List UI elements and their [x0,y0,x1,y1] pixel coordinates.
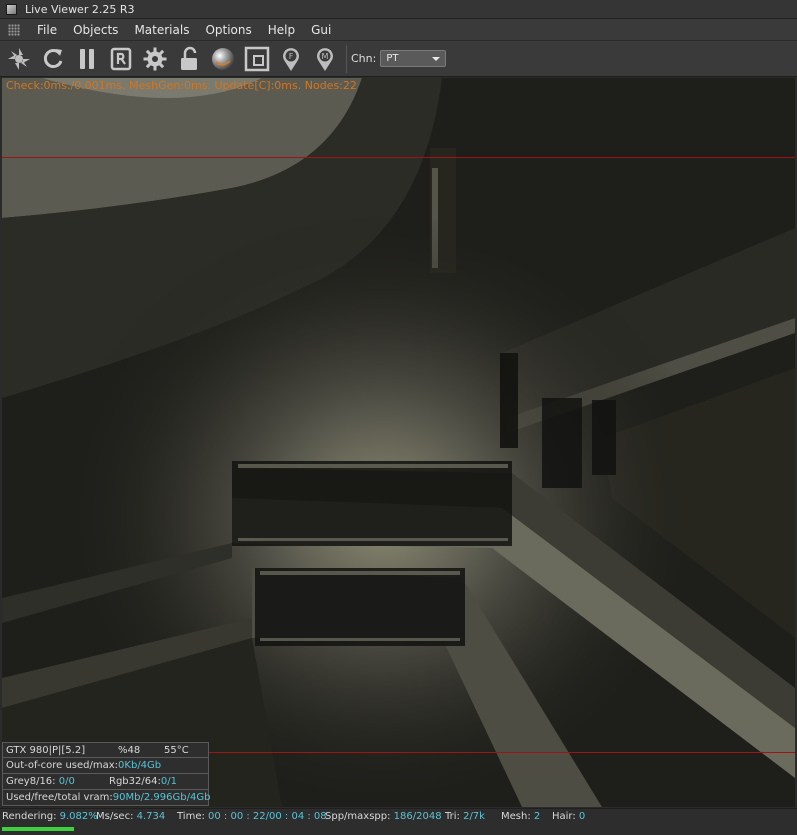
guide-line-top [2,157,795,158]
tri-status: Tri: 2/7k [445,811,485,822]
unlock-icon [181,46,197,70]
rgb-value: 0/1 [160,776,177,787]
vram-row: Used/free/total vram: 90Mb/2.996Gb/4Gb [2,790,211,806]
grip-icon[interactable] [8,23,20,36]
status-bar: Rendering: 9.082% Ms/sec: 4.734 Time: 00… [0,808,797,835]
gpu-info-panel: GTX 980|P|[5.2] %48 55°C Out-of-core use… [2,742,211,806]
spp-status: Spp/maxspp: 186/2048 [325,811,442,822]
hair-value: 0 [578,811,586,822]
menu-objects[interactable]: Objects [65,19,126,41]
channel-select[interactable]: PT [380,50,447,67]
pin-f-icon: F [283,47,299,71]
hair-label: Hair: [552,811,579,822]
material-ball-button[interactable] [208,44,238,74]
aperture-button[interactable] [4,44,34,74]
gpu-name: GTX 980|P|[5.2] [6,744,86,756]
pause-button[interactable] [72,44,102,74]
time-status: Time: 00 : 00 : 22/00 : 04 : 08 [177,811,327,822]
r-button[interactable] [106,44,136,74]
hair-status: Hair: 0 [552,811,585,822]
menu-file[interactable]: File [29,19,65,41]
toolbar: F M Chn: PT [0,41,797,77]
rendering-label: Rendering: [2,811,60,822]
pin-m-icon: M [317,47,333,71]
tri-value: 2/7k [463,811,485,822]
svg-text:F: F [289,52,294,61]
render-progress-fill [2,827,74,831]
rendering-value: 9.082% [59,811,98,822]
gpu-load: %48 [118,744,141,756]
menu-bar: File Objects Materials Options Help Gui [0,19,797,41]
gpu-temp: 55°C [164,744,189,756]
out-of-core-row: Out-of-core used/max: 0Kb/4Gb [2,758,209,774]
time-label: Time: [177,811,209,822]
tri-label: Tri: [445,811,464,822]
mesh-status: Mesh: 2 [501,811,540,822]
region-button[interactable] [242,44,272,74]
focus-pin-button[interactable]: F [276,44,306,74]
app-icon [6,3,17,15]
window-title: Live Viewer 2.25 R3 [25,2,135,16]
pause-icon [80,48,94,69]
material-pin-button[interactable]: M [310,44,340,74]
aperture-icon [8,47,30,70]
gear-icon [143,47,167,70]
ms-status: Ms/sec: 4.734 [96,811,165,822]
grey-group: Grey8/16: 0/0 [6,776,109,787]
settings-button[interactable] [140,44,170,74]
channel-value: PT [386,53,399,64]
r-letter-icon [110,47,132,70]
refresh-icon [43,48,63,68]
svg-text:M: M [322,52,329,61]
refresh-button[interactable] [38,44,68,74]
mesh-label: Mesh: [501,811,534,822]
texture-row: Grey8/16: 0/0 Rgb32/64: 0/1 [2,774,209,790]
menu-help[interactable]: Help [260,19,303,41]
menu-materials[interactable]: Materials [126,19,197,41]
gpu-row: GTX 980|P|[5.2] %48 55°C [2,742,209,758]
time-value: 00 : 00 : 22/00 : 04 : 08 [208,811,327,822]
sphere-icon [212,47,234,70]
rgb-label: Rgb32/64: [109,776,161,787]
grey-label: Grey8/16: [6,776,59,787]
channel-label: Chn: [351,52,377,65]
chevron-down-icon [432,56,441,61]
render-viewport[interactable]: Check:0ms./0.001ms. MeshGen:0ms. Update[… [2,78,795,807]
ms-value: 4.734 [136,811,166,822]
title-bar: Live Viewer 2.25 R3 [0,0,797,19]
render-progress-bar [2,827,112,831]
mesh-value: 2 [533,811,541,822]
vram-label: Used/free/total vram: [6,792,113,803]
ms-label: Ms/sec: [96,811,137,822]
rendering-status: Rendering: 9.082% [2,811,98,822]
vram-value: 90Mb/2.996Gb/4Gb [112,792,211,803]
grey-value: 0/0 [58,776,75,787]
menu-options[interactable]: Options [197,19,259,41]
spp-value: 186/2048 [393,811,442,822]
spp-label: Spp/maxspp: [325,811,394,822]
ooc-value: 0Kb/4Gb [118,760,162,771]
render-image [2,78,795,807]
lock-button[interactable] [174,44,204,74]
toolbar-separator [346,44,347,73]
render-stats: Check:0ms./0.001ms. MeshGen:0ms. Update[… [6,79,357,92]
region-icon [244,46,270,71]
ooc-label: Out-of-core used/max: [6,760,119,771]
menu-gui[interactable]: Gui [303,19,339,41]
